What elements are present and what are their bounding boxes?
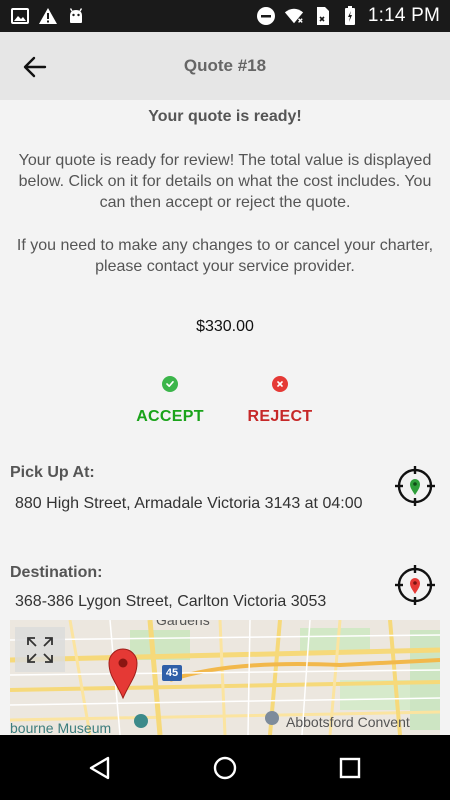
pickup-label: Pick Up At: [10, 464, 95, 481]
destination-label: Destination: [10, 564, 103, 581]
quote-content: Your quote is ready! Your quote is ready… [0, 100, 450, 735]
back-triangle-icon [89, 756, 110, 780]
quote-heading: Your quote is ready! [148, 108, 302, 125]
review-instructions: Your quote is ready for review! The tota… [18, 152, 432, 211]
pickup-address: 880 High Street, Armadale Victoria 3143 … [15, 495, 363, 512]
map-label-convent: Abbotsford Convent [286, 714, 410, 730]
nav-home-button[interactable] [210, 753, 240, 783]
reject-button[interactable]: REJECT [230, 376, 330, 426]
app-bar: Quote #18 [0, 32, 450, 100]
wifi-icon [284, 6, 304, 26]
freeway-shield: 45 [162, 665, 182, 681]
system-nav-bar [0, 735, 450, 800]
pickup-locate-button[interactable] [394, 465, 436, 507]
check-circle-icon [162, 376, 178, 392]
image-icon [10, 6, 30, 26]
crosshair-pin-icon [395, 466, 435, 506]
status-bar: 1:14 PM [0, 0, 450, 32]
alert-icon [38, 6, 58, 26]
map-label-gardens: Gardens [156, 620, 210, 628]
battery-icon [340, 6, 360, 26]
quote-total-amount[interactable]: $330.00 [0, 318, 450, 336]
clock: 1:14 PM [367, 5, 440, 26]
accept-button[interactable]: ACCEPT [120, 376, 220, 426]
map-label-museum: bourne Museum [10, 720, 112, 735]
sim-icon [312, 6, 332, 26]
route-map[interactable]: Gardens bourne Museum Abbotsford Convent… [10, 620, 440, 735]
close-circle-icon [272, 376, 288, 392]
reject-label: REJECT [247, 408, 313, 425]
expand-map-button[interactable] [15, 627, 65, 672]
home-circle-icon [213, 756, 237, 780]
crosshair-pin-icon [395, 565, 435, 605]
accept-label: ACCEPT [136, 408, 204, 425]
fullscreen-icon [27, 636, 53, 663]
destination-address: 368-386 Lygon Street, Carlton Victoria 3… [15, 593, 327, 610]
destination-locate-button[interactable] [394, 564, 436, 606]
page-title: Quote #18 [183, 56, 267, 75]
quote-actions: ACCEPT REJECT [0, 376, 450, 436]
do-not-disturb-icon [256, 6, 276, 26]
recents-square-icon [339, 757, 361, 779]
map-marker-icon [108, 648, 138, 700]
nav-recents-button[interactable] [335, 753, 365, 783]
nav-back-button[interactable] [85, 753, 115, 783]
contact-instructions: If you need to make any changes to or ca… [16, 237, 434, 275]
android-icon [66, 6, 86, 26]
